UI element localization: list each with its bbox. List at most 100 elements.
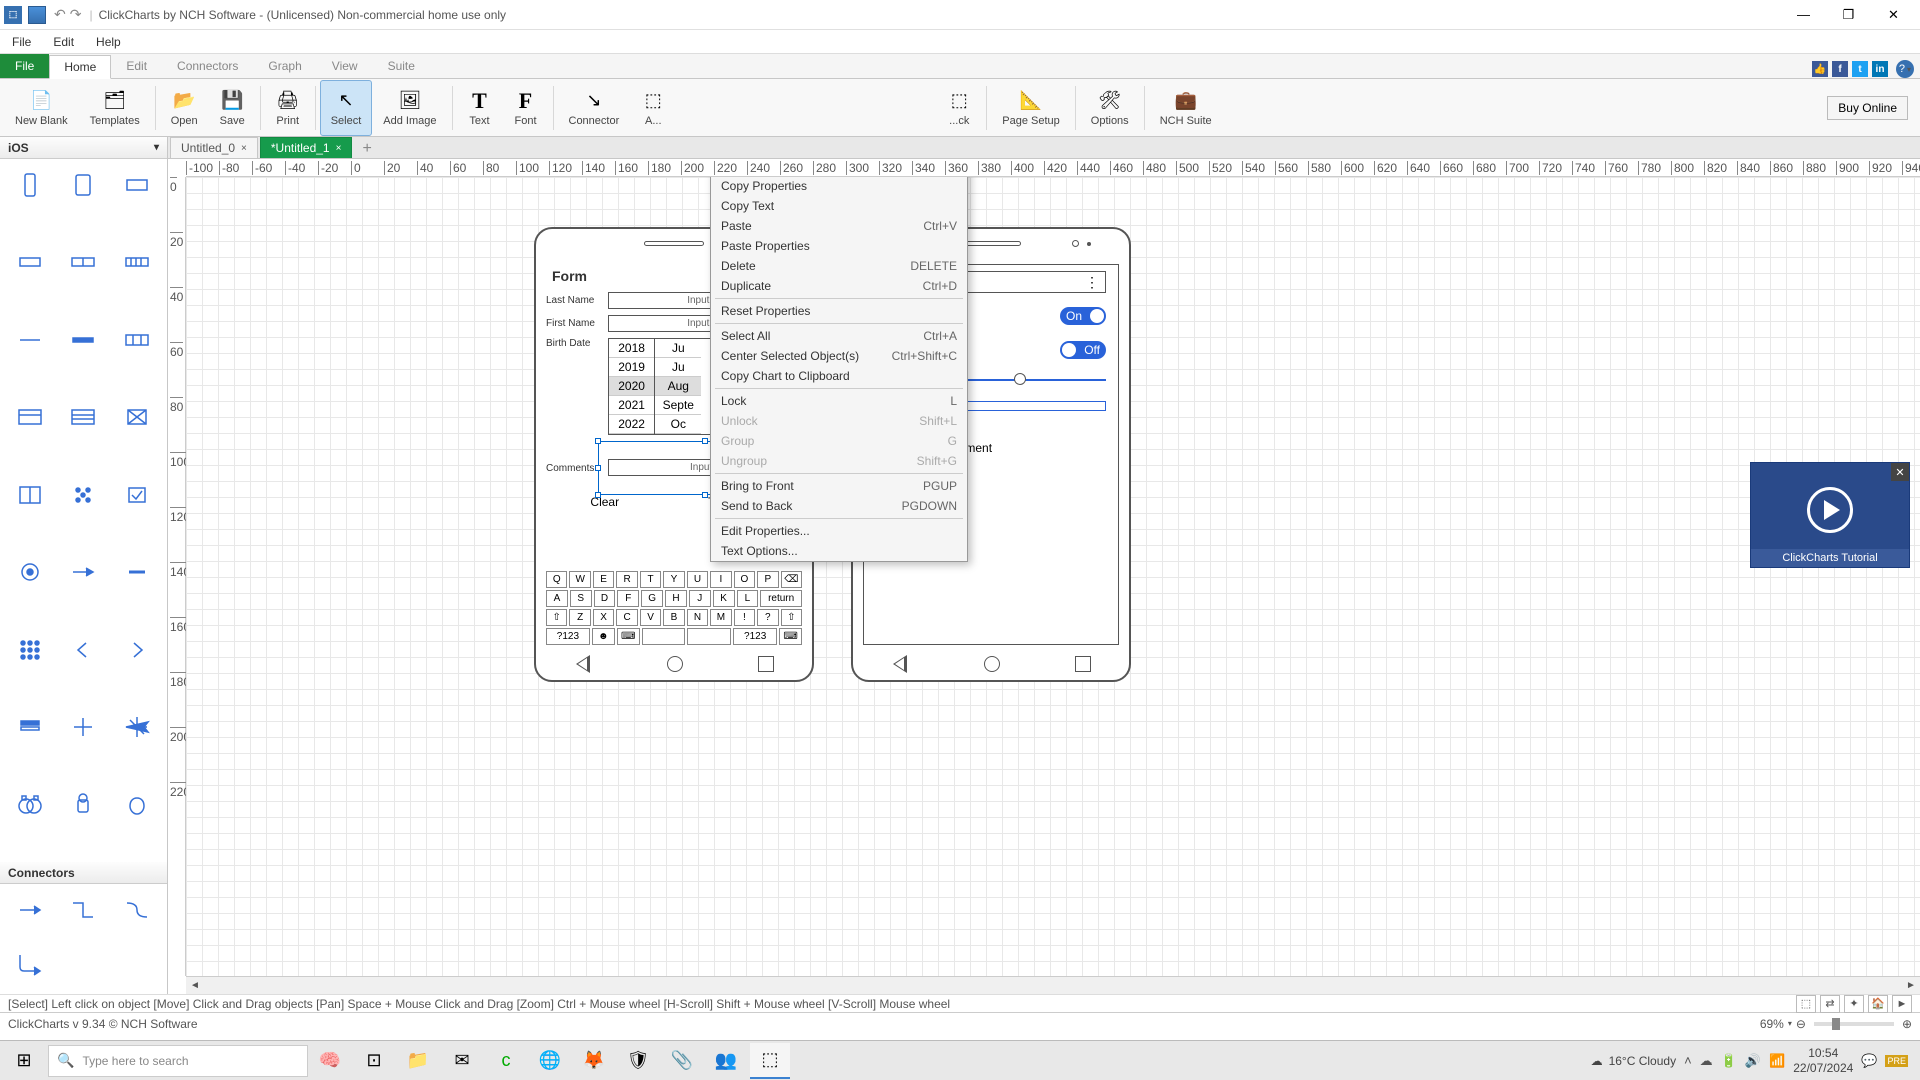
key[interactable]: !: [734, 609, 755, 626]
shape-minus[interactable]: [113, 552, 161, 592]
connector-button[interactable]: ↘Connector: [558, 80, 631, 136]
shape-cols[interactable]: [113, 320, 161, 360]
add-tab-button[interactable]: +: [354, 140, 379, 158]
key[interactable]: C: [616, 609, 637, 626]
key[interactable]: ⌨: [617, 628, 640, 645]
key[interactable]: return: [760, 590, 802, 607]
menu-item[interactable]: Copy Properties: [711, 177, 967, 196]
shape-phone[interactable]: [6, 165, 54, 205]
menu-item[interactable]: DeleteDELETE: [711, 256, 967, 276]
shape-segment[interactable]: [60, 242, 108, 282]
shape-target[interactable]: [6, 552, 54, 592]
office-icon[interactable]: 📎: [662, 1043, 702, 1079]
key[interactable]: V: [640, 609, 661, 626]
teams-icon[interactable]: 👥: [706, 1043, 746, 1079]
shape-thickline[interactable]: [60, 320, 108, 360]
key[interactable]: ?123: [733, 628, 777, 645]
key[interactable]: K: [713, 590, 735, 607]
tool-icon-2[interactable]: ⇄: [1820, 995, 1840, 1013]
sidebar-head-connectors[interactable]: Connectors: [0, 862, 167, 884]
tab-edit[interactable]: Edit: [111, 54, 162, 78]
menu-item[interactable]: Select AllCtrl+A: [711, 326, 967, 346]
menu-item[interactable]: DuplicateCtrl+D: [711, 276, 967, 296]
pre-icon[interactable]: PRE: [1885, 1055, 1908, 1067]
tutorial-label[interactable]: ClickCharts Tutorial: [1751, 549, 1909, 567]
key[interactable]: S: [570, 590, 592, 607]
tab-home[interactable]: Home: [49, 55, 111, 79]
notifications-icon[interactable]: 💬: [1861, 1053, 1877, 1069]
key[interactable]: H: [665, 590, 687, 607]
key[interactable]: ?: [757, 609, 778, 626]
tray-chevron-icon[interactable]: ˄: [1684, 1053, 1692, 1068]
security-icon[interactable]: 🛡: [618, 1043, 658, 1079]
menu-item[interactable]: Text Options...: [711, 541, 967, 561]
key[interactable]: [687, 628, 731, 645]
nch-suite-button[interactable]: 💼NCH Suite: [1149, 80, 1223, 136]
key[interactable]: ⌫: [781, 571, 802, 588]
shape-keypad[interactable]: [6, 630, 54, 670]
menu-item[interactable]: Copy Text: [711, 196, 967, 216]
canvas[interactable]: Form Last NameInput yo First NameInput y…: [186, 177, 1920, 976]
shape-header[interactable]: [6, 397, 54, 437]
shape-x[interactable]: [113, 397, 161, 437]
tab-view[interactable]: View: [317, 54, 373, 78]
shape-chev-right[interactable]: [113, 630, 161, 670]
shape-table[interactable]: [60, 397, 108, 437]
key[interactable]: E: [593, 571, 614, 588]
shape-apple[interactable]: [113, 785, 161, 825]
zoom-out-button[interactable]: ⊖: [1796, 1017, 1806, 1031]
conn-elbow[interactable]: [60, 890, 108, 930]
tool-icon-4[interactable]: 🏠: [1868, 995, 1888, 1013]
select-button[interactable]: ↖Select: [320, 80, 373, 136]
zoom-dropdown-icon[interactable]: ▾: [1788, 1019, 1792, 1028]
toggle-off[interactable]: Off: [1060, 341, 1106, 359]
explorer-icon[interactable]: 📁: [398, 1043, 438, 1079]
doc-tab-0[interactable]: Untitled_0×: [170, 137, 258, 158]
close-tab-icon[interactable]: ×: [336, 143, 342, 154]
key[interactable]: Y: [663, 571, 684, 588]
conn-arrow[interactable]: [6, 890, 54, 930]
key[interactable]: ☻: [592, 628, 615, 645]
tab-suite[interactable]: Suite: [373, 54, 430, 78]
key[interactable]: O: [734, 571, 755, 588]
shape-check[interactable]: [113, 475, 161, 515]
shape-stack[interactable]: [6, 707, 54, 747]
onedrive-icon[interactable]: ☁: [1700, 1053, 1713, 1069]
key[interactable]: Z: [569, 609, 590, 626]
key[interactable]: ?123: [546, 628, 590, 645]
taskbar-search[interactable]: 🔍Type here to search: [48, 1045, 308, 1077]
menu-item[interactable]: Edit Properties...: [711, 521, 967, 541]
shape-arrow[interactable]: [60, 552, 108, 592]
text-button[interactable]: TText: [457, 80, 503, 136]
key[interactable]: N: [687, 609, 708, 626]
new-blank-button[interactable]: 📄New Blank: [4, 80, 79, 136]
key[interactable]: I: [710, 571, 731, 588]
menu-file[interactable]: File: [8, 33, 35, 51]
buy-online-button[interactable]: Buy Online: [1827, 96, 1908, 120]
shape-keyboard[interactable]: [113, 242, 161, 282]
close-tab-icon[interactable]: ×: [241, 143, 247, 154]
key[interactable]: F: [617, 590, 639, 607]
menu-edit[interactable]: Edit: [49, 33, 78, 51]
key[interactable]: ⇧: [546, 609, 567, 626]
menu-help[interactable]: Help: [92, 33, 125, 51]
play-icon[interactable]: [1807, 487, 1853, 533]
tool-icon-1[interactable]: ⬚: [1796, 995, 1816, 1013]
shape-android[interactable]: [60, 785, 108, 825]
maximize-button[interactable]: ❐: [1826, 0, 1871, 30]
menu-item[interactable]: Center Selected Object(s)Ctrl+Shift+C: [711, 346, 967, 366]
undo-arrow-icon[interactable]: ↶: [54, 6, 66, 23]
key[interactable]: Q: [546, 571, 567, 588]
zoom-in-button[interactable]: ⊕: [1902, 1017, 1912, 1031]
menu-item[interactable]: LockL: [711, 391, 967, 411]
key[interactable]: T: [640, 571, 661, 588]
key[interactable]: B: [663, 609, 684, 626]
templates-button[interactable]: 🗂Templates: [79, 80, 151, 136]
tool-icon-3[interactable]: ✦: [1844, 995, 1864, 1013]
arrange-button[interactable]: ⬚A...: [630, 80, 676, 136]
options-button[interactable]: 🛠Options: [1080, 80, 1140, 136]
key[interactable]: G: [641, 590, 663, 607]
start-button[interactable]: ⊞: [4, 1043, 44, 1079]
firefox-icon[interactable]: 🦊: [574, 1043, 614, 1079]
shape-plus[interactable]: [60, 707, 108, 747]
